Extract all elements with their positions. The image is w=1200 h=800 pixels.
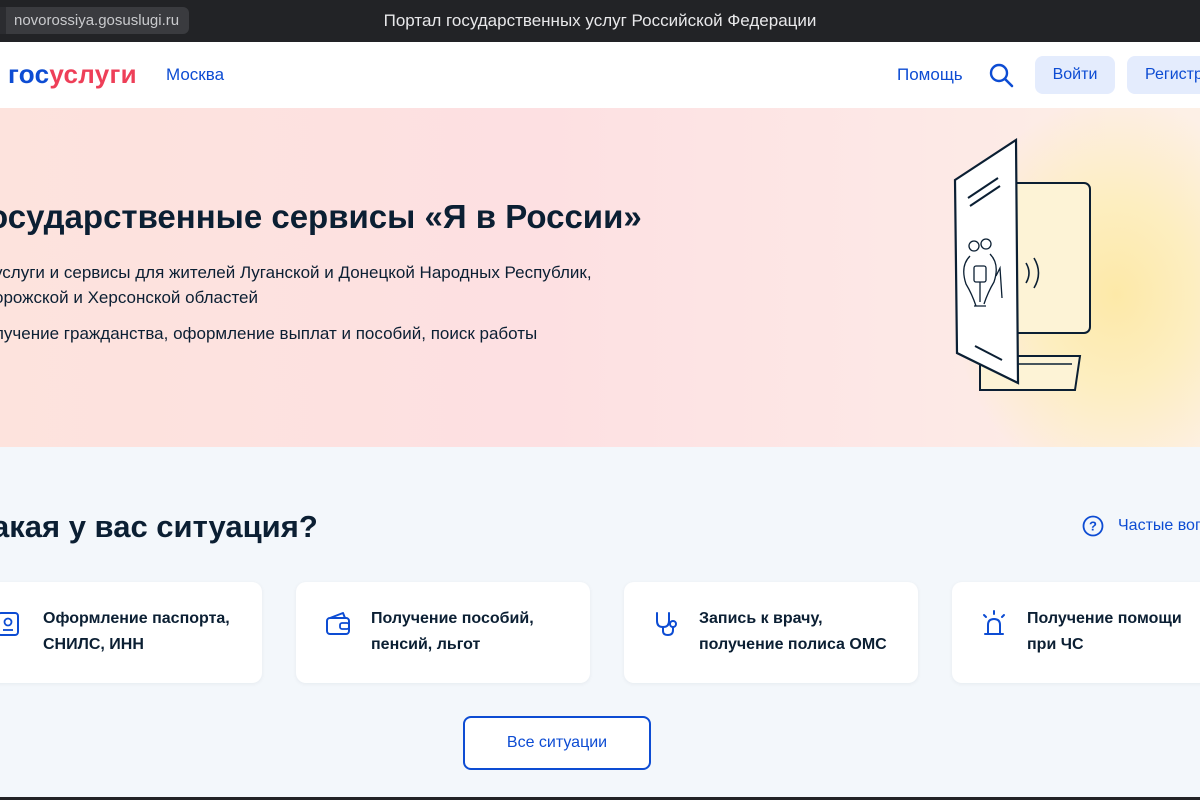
search-icon[interactable] [988,62,1014,88]
wallet-icon [326,612,350,635]
hero-description-line1: услуги и сервисы для жителей Луганской и… [0,263,592,282]
card-label-line2: получение полиса ОМС [699,636,887,653]
card-label: Получение пособий, пенсий, льгот [371,606,534,658]
hero-title: осударственные сервисы «Я в России» [0,198,642,235]
situation-card-emergency[interactable]: Получение помощи при ЧС [952,582,1200,683]
gosuslugi-logo[interactable]: госуслуги [8,59,137,89]
register-button[interactable]: Регистрация [1127,56,1200,94]
card-label-line2: пенсий, льгот [371,636,481,653]
card-label-line2: СНИЛС, ИНН [43,636,144,653]
situations-title: акая у вас ситуация? [0,509,318,544]
logo-part-gos: гос [8,59,50,89]
question-circle-icon[interactable]: ? [1082,515,1104,537]
help-link[interactable]: Помощь [897,64,963,86]
card-label-line1: Запись к врачу, [699,610,823,627]
card-label-line2: при ЧС [1027,636,1084,653]
situation-card-doctor[interactable]: Запись к врачу, получение полиса ОМС [624,582,918,683]
card-label: Получение помощи при ЧС [1027,606,1182,658]
hero-description-line3: лучение гражданства, оформление выплат и… [0,324,538,343]
faq-link[interactable]: Частые вопросы [1118,515,1200,537]
passport-terminal-illustration [953,137,1091,391]
card-label: Оформление паспорта, СНИЛС, ИНН [43,606,230,658]
svg-text:?: ? [1089,519,1097,534]
logo-part-uslugi: услуги [49,59,137,89]
card-label-line1: Получение пособий, [371,610,534,627]
window-title: Портал государственных услуг Российской … [383,11,817,30]
stethoscope-icon [656,612,677,637]
all-situations-button[interactable]: Все ситуации [463,716,651,770]
hero-banner: осударственные сервисы «Я в России» услу… [0,108,1200,447]
city-selector[interactable]: Москва [166,64,224,86]
hero-description-line2: орожской и Херсонской областей [0,288,258,307]
alarm-light-icon [983,610,1005,635]
situation-card-benefits[interactable]: Получение пособий, пенсий, льгот [296,582,590,683]
site-header: госуслуги Москва Помощь Войти Регистраци… [0,42,1200,108]
situation-card-passport[interactable]: Оформление паспорта, СНИЛС, ИНН [0,582,262,683]
card-label-line1: Оформление паспорта, [43,610,230,627]
card-label: Запись к врачу, получение полиса ОМС [699,606,887,658]
browser-title-bar: novorossiya.gosuslugi.ru Портал государс… [0,0,1200,42]
passport-icon [0,612,19,636]
card-label-line1: Получение помощи [1027,610,1182,627]
login-button[interactable]: Войти [1035,56,1115,94]
